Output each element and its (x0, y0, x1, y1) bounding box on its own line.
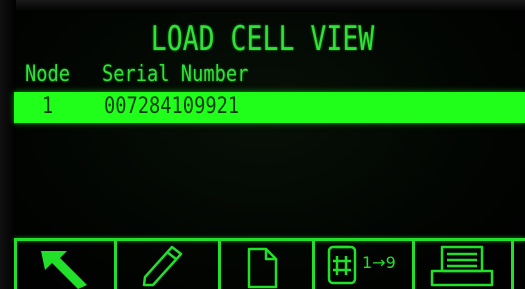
load-cell-view-screen: LOAD CELL VIEW Node Serial Number 1 0072… (0, 0, 525, 289)
sequence-label: 1→9 (362, 253, 396, 272)
table-row-selected[interactable]: 1 007284109921 (14, 92, 525, 123)
softkey-exit[interactable] (14, 241, 114, 289)
exit-arrow-icon (41, 251, 87, 289)
new-document-icon (247, 247, 278, 289)
column-header-node: Node (25, 62, 71, 87)
printer-icon (430, 245, 494, 287)
bezel-top (0, 0, 525, 12)
cell-node: 1 (42, 94, 54, 119)
edit-pencil-icon (142, 245, 183, 287)
column-header-serial-number: Serial Number (102, 62, 249, 87)
softkey-more[interactable] (511, 241, 525, 289)
softkey-edit[interactable] (114, 241, 218, 289)
softkey-print[interactable] (412, 241, 511, 289)
cell-serial-number: 007284109921 (104, 94, 240, 119)
softkey-new[interactable] (218, 241, 312, 289)
screen-title: LOAD CELL VIEW (150, 19, 375, 59)
softkey-bar: 1→9 (0, 238, 525, 289)
softkey-sequence-numbering[interactable]: 1→9 (312, 241, 412, 289)
